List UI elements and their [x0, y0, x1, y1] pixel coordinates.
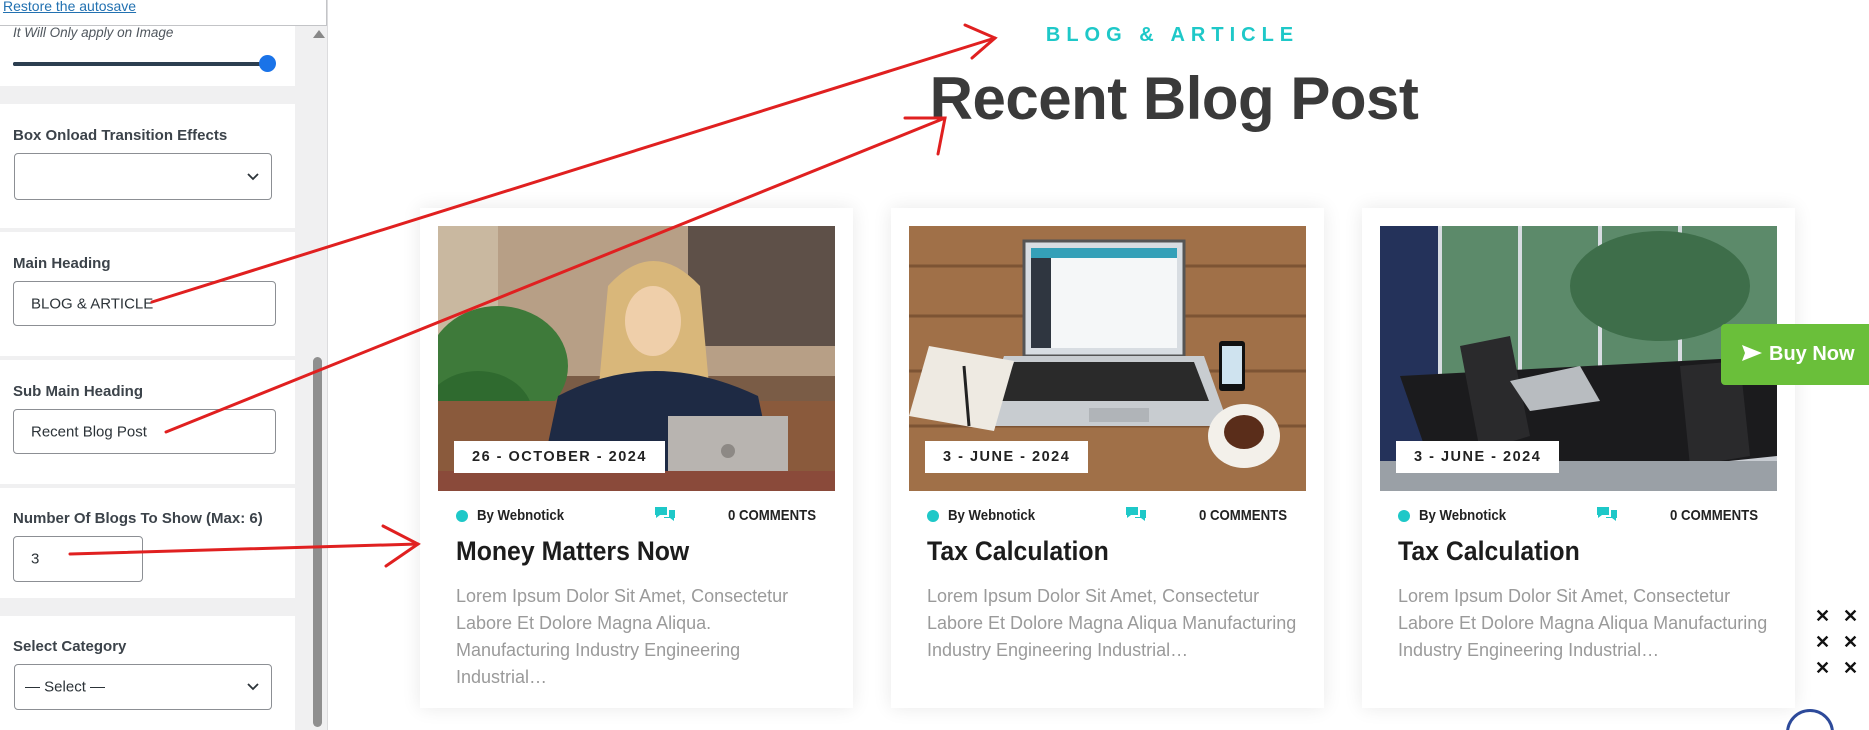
- restore-autosave-link[interactable]: Restore the autosave: [3, 0, 136, 14]
- category-select[interactable]: — Select —: [14, 664, 272, 710]
- main-heading-input[interactable]: BLOG & ARTICLE: [13, 281, 276, 326]
- close-icon[interactable]: ✕: [1843, 658, 1858, 679]
- close-icon[interactable]: ✕: [1843, 632, 1858, 653]
- image-slider[interactable]: [13, 55, 276, 72]
- blog-card[interactable]: 3 - JUNE - 2024 By Webnotick 0 COMMENTS …: [891, 208, 1324, 708]
- post-meta: By Webnotick 0 COMMENTS: [456, 506, 816, 526]
- transition-label: Box Onload Transition Effects: [13, 127, 228, 144]
- image-animation-control: It Will Only apply on Image: [0, 20, 295, 86]
- author-dot: [456, 510, 468, 522]
- category-select-value: — Select —: [25, 678, 106, 696]
- blog-count-label: Number Of Blogs To Show (Max: 6): [13, 510, 263, 527]
- section-headline: Recent Blog Post: [929, 65, 1419, 132]
- transition-select[interactable]: [14, 153, 272, 200]
- category-card: Select Category — Select —: [0, 616, 295, 730]
- scroll-up-arrow-icon[interactable]: [313, 30, 325, 38]
- send-arrow-icon: [1742, 345, 1762, 361]
- scroll-thumb[interactable]: [313, 357, 322, 727]
- buy-now-label: Buy Now: [1769, 343, 1855, 365]
- panel-scrollbar[interactable]: [310, 22, 326, 730]
- close-icon[interactable]: ✕: [1843, 606, 1858, 627]
- chevron-down-icon: [247, 683, 259, 691]
- main-heading-label: Main Heading: [13, 255, 111, 272]
- post-author[interactable]: By Webnotick: [948, 507, 1035, 524]
- close-icon[interactable]: ✕: [1815, 606, 1830, 627]
- post-title[interactable]: Money Matters Now: [456, 536, 689, 567]
- blog-card[interactable]: 26 - OCTOBER - 2024 By Webnotick 0 COMME…: [420, 208, 853, 708]
- post-comments[interactable]: 0 COMMENTS: [728, 507, 816, 524]
- post-date: 3 - JUNE - 2024: [925, 441, 1089, 473]
- post-date: 3 - JUNE - 2024: [1396, 441, 1560, 473]
- post-author[interactable]: By Webnotick: [1419, 507, 1506, 524]
- post-image[interactable]: 3 - JUNE - 2024: [909, 226, 1306, 491]
- author-dot: [927, 510, 939, 522]
- post-date: 26 - OCTOBER - 2024: [454, 441, 665, 473]
- author-dot: [1398, 510, 1410, 522]
- slider-fill: [13, 62, 268, 66]
- post-meta: By Webnotick 0 COMMENTS: [927, 506, 1287, 526]
- post-image[interactable]: 26 - OCTOBER - 2024: [438, 226, 835, 491]
- post-excerpt: Lorem Ipsum Dolor Sit Amet, Consectetur …: [456, 586, 789, 687]
- main-heading-card: Main Heading BLOG & ARTICLE: [0, 232, 295, 356]
- sub-heading-card: Sub Main Heading Recent Blog Post: [0, 360, 295, 484]
- sub-heading-label: Sub Main Heading: [13, 383, 144, 400]
- blog-count-card: Number Of Blogs To Show (Max: 6) 3: [0, 488, 295, 598]
- transition-card: Box Onload Transition Effects: [0, 104, 295, 228]
- section-eyebrow: BLOG & ARTICLE: [1045, 24, 1300, 46]
- post-excerpt: Lorem Ipsum Dolor Sit Amet, Consectetur …: [927, 586, 1297, 660]
- slider-thumb[interactable]: [258, 55, 276, 72]
- post-image[interactable]: 3 - JUNE - 2024: [1380, 226, 1777, 491]
- comments-icon: [1597, 507, 1617, 521]
- comments-icon: [1126, 507, 1146, 521]
- close-icon[interactable]: ✕: [1815, 632, 1830, 653]
- close-icon[interactable]: ✕: [1815, 658, 1830, 679]
- chevron-down-icon: [247, 172, 259, 180]
- post-comments[interactable]: 0 COMMENTS: [1199, 507, 1287, 524]
- blog-count-value: 3: [31, 550, 40, 568]
- blog-card[interactable]: 3 - JUNE - 2024 By Webnotick 0 COMMENTS …: [1362, 208, 1795, 708]
- sub-heading-input[interactable]: Recent Blog Post: [13, 409, 276, 454]
- site-preview: BLOG & ARTICLE Recent Blog Post 26 - OCT: [329, 0, 1869, 730]
- sub-heading-value: Recent Blog Post: [31, 423, 147, 440]
- post-title[interactable]: Tax Calculation: [1398, 536, 1580, 567]
- comments-icon: [655, 507, 675, 521]
- buy-now-button[interactable]: Buy Now: [1721, 324, 1869, 385]
- blog-count-input[interactable]: 3: [13, 536, 143, 582]
- post-author[interactable]: By Webnotick: [477, 507, 564, 524]
- category-label: Select Category: [13, 638, 127, 655]
- autosave-notice: Restore the autosave: [0, 0, 327, 26]
- post-comments[interactable]: 0 COMMENTS: [1670, 507, 1758, 524]
- customizer-panel: It Will Only apply on Image Restore the …: [0, 0, 328, 730]
- post-excerpt: Lorem Ipsum Dolor Sit Amet, Consectetur …: [1398, 586, 1768, 660]
- post-meta: By Webnotick 0 COMMENTS: [1398, 506, 1758, 526]
- image-note: It Will Only apply on Image: [13, 25, 174, 40]
- post-title[interactable]: Tax Calculation: [927, 536, 1109, 567]
- main-heading-value: BLOG & ARTICLE: [31, 295, 154, 312]
